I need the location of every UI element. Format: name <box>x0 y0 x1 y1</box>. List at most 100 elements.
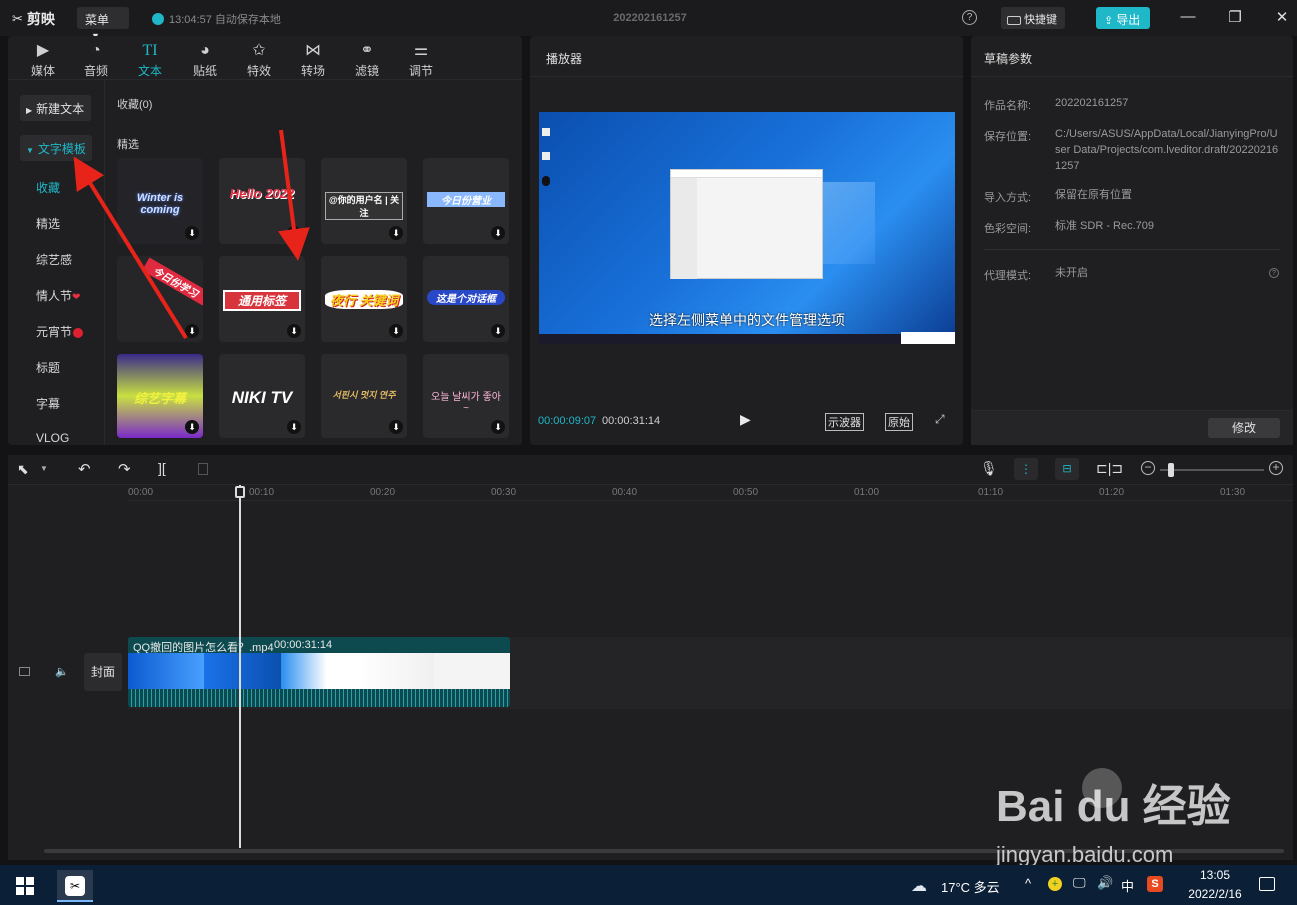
tab-label: 转场 <box>300 64 325 78</box>
template-thumb[interactable]: 서핀시 멋지 연주 ⬇ <box>321 354 407 438</box>
tab-transition[interactable]: ⋈ 转场 <box>288 40 338 79</box>
heart-icon: ❤ <box>72 292 81 303</box>
video-preview[interactable]: 选择左侧菜单中的文件管理选项 <box>539 112 955 344</box>
windows-start-icon[interactable] <box>16 877 34 895</box>
link-icon[interactable]: ⊟ <box>1055 458 1079 480</box>
param-label: 保存位置: <box>984 131 1032 143</box>
scope-button[interactable]: 示波器 <box>825 413 864 431</box>
info-icon[interactable]: ? <box>1269 268 1279 278</box>
download-icon[interactable]: ⬇ <box>287 420 301 434</box>
tab-audio[interactable]: ◔ 音频 <box>71 40 121 79</box>
zoom-out-icon[interactable]: − <box>1141 461 1155 475</box>
keyboard-icon <box>1007 15 1021 25</box>
capcut-taskbar-icon[interactable]: ✂ <box>57 870 93 902</box>
template-thumb[interactable]: @你的用户名 | 关注 ⬇ <box>321 158 407 244</box>
minimize-icon[interactable]: — <box>1178 8 1198 28</box>
tab-media[interactable]: ▶ 媒体 <box>18 40 68 79</box>
download-icon[interactable]: ⬇ <box>389 324 403 338</box>
zoom-in-icon[interactable]: + <box>1269 461 1283 475</box>
download-icon[interactable]: ⬇ <box>287 226 301 240</box>
delete-icon[interactable] <box>198 463 208 475</box>
nav-item-favorites[interactable]: 收藏 <box>36 179 60 196</box>
taskbar-time[interactable]: 13:05 <box>1185 868 1245 882</box>
nav-item-title[interactable]: 标题 <box>36 359 60 376</box>
zoom-slider-handle[interactable] <box>1168 463 1174 477</box>
zoom-slider[interactable] <box>1160 469 1264 471</box>
template-thumb[interactable]: 今日份营业 ⬇ <box>423 158 509 244</box>
weather-text[interactable]: 17°C 多云 <box>941 877 1000 896</box>
network-icon[interactable]: 🖵 <box>1073 875 1086 891</box>
text-template-button[interactable]: ▼ 文字模板 <box>20 135 92 161</box>
chevron-down-icon[interactable]: ▼ <box>40 464 48 473</box>
download-icon[interactable]: ⬇ <box>389 226 403 240</box>
time-ruler[interactable]: 00:00 00:10 00:20 00:30 00:40 00:50 01:0… <box>128 485 1293 501</box>
playhead[interactable] <box>239 485 241 848</box>
shortcut-button[interactable]: 快捷键 <box>1001 7 1065 29</box>
download-icon[interactable]: ⬇ <box>185 324 199 338</box>
split-icon[interactable]: ][ <box>158 460 166 476</box>
track-visibility-icon[interactable] <box>19 667 30 676</box>
nav-item-lantern[interactable]: 元宵节 <box>36 323 84 340</box>
export-label: 导出 <box>1116 13 1141 27</box>
help-icon[interactable]: ? <box>962 10 977 25</box>
tab-text[interactable]: TI 文本 <box>125 40 175 79</box>
undo-icon[interactable]: ↶ <box>78 460 91 478</box>
menu-button[interactable]: 菜单 ▼ <box>77 7 129 41</box>
preview-axis-icon[interactable]: ⊏|⊐ <box>1096 460 1123 477</box>
chevron-up-icon[interactable]: ^ <box>1025 876 1031 891</box>
playhead-handle[interactable] <box>235 486 245 498</box>
nav-item-subtitle[interactable]: 字幕 <box>36 395 60 412</box>
video-clip[interactable]: QQ撤回的图片怎么看？.mp4 00:00:31:14 <box>128 637 510 707</box>
ime-indicator[interactable]: 中 <box>1121 876 1134 895</box>
taskbar-date[interactable]: 2022/2/16 <box>1180 887 1250 901</box>
tab-adjust[interactable]: ⚌ 调节 <box>396 40 446 79</box>
security-tray-icon[interactable]: + <box>1048 877 1062 891</box>
template-thumb[interactable]: Hello 2022 ⬇ <box>219 158 305 244</box>
track-audio-icon[interactable]: 🔈 <box>55 665 69 678</box>
template-thumb[interactable]: NIKI TV ⬇ <box>219 354 305 438</box>
cover-button[interactable]: 封面 <box>84 653 122 691</box>
nav-item-featured[interactable]: 精选 <box>36 215 60 232</box>
select-cursor-icon[interactable]: ⬉ <box>17 461 29 478</box>
download-icon[interactable]: ⬇ <box>389 420 403 434</box>
maximize-icon[interactable]: ❐ <box>1225 8 1245 28</box>
ruler-tick: 00:30 <box>491 487 517 498</box>
sogou-ime-icon[interactable]: S <box>1147 876 1163 892</box>
download-icon[interactable]: ⬇ <box>491 324 505 338</box>
export-button[interactable]: ⇪ 导出 <box>1096 7 1150 29</box>
download-icon[interactable]: ⬇ <box>185 226 199 240</box>
snap-icon[interactable]: ⋮ <box>1014 458 1038 480</box>
tab-filter[interactable]: ⚭ 滤镜 <box>342 40 392 79</box>
nav-label: 元宵节 <box>36 325 73 339</box>
template-thumb[interactable]: 通用标签 ⬇ <box>219 256 305 342</box>
play-icon[interactable]: ▶ <box>740 411 751 428</box>
download-icon[interactable]: ⬇ <box>491 420 505 434</box>
notification-icon[interactable] <box>1259 877 1275 891</box>
new-text-button[interactable]: ▶ 新建文本 <box>20 95 91 121</box>
volume-icon[interactable]: 🔊 <box>1097 875 1113 891</box>
microphone-icon[interactable]: 🎙 <box>980 460 998 477</box>
redo-icon[interactable]: ↷ <box>118 460 131 478</box>
tab-sticker[interactable]: ◕ 贴纸 <box>180 40 230 79</box>
template-thumb[interactable]: 今日份学习 ⬇ <box>117 256 203 342</box>
nav-item-variety[interactable]: 综艺感 <box>36 251 72 268</box>
tab-effects[interactable]: ✩ 特效 <box>234 40 284 79</box>
text-icon: TI <box>142 42 158 59</box>
nav-item-vlog[interactable]: VLOG <box>36 431 69 445</box>
fullscreen-icon[interactable]: ⤢ <box>935 412 945 427</box>
template-thumb[interactable]: 这是个对话框 ⬇ <box>423 256 509 342</box>
download-icon[interactable]: ⬇ <box>287 324 301 338</box>
template-thumb[interactable]: 오늘 날씨가 좋아 ~ ⬇ <box>423 354 509 438</box>
modify-button[interactable]: 修改 <box>1208 418 1280 438</box>
thumb-label: 通用标签 <box>223 290 301 311</box>
download-icon[interactable]: ⬇ <box>491 226 505 240</box>
close-icon[interactable]: ✕ <box>1272 8 1292 28</box>
template-thumb[interactable]: Winter is coming ⬇ <box>117 158 203 244</box>
nav-item-valentine[interactable]: 情人节❤ <box>36 287 80 304</box>
title-bar: ✂ 剪映 菜单 ▼ 13:04:57 自动保存本地 202202161257 ?… <box>0 0 1297 41</box>
original-ratio-button[interactable]: 原始 <box>885 413 913 431</box>
template-thumb[interactable]: 夜行 关键词 ⬇ <box>321 256 407 342</box>
autosave-status: 13:04:57 自动保存本地 <box>152 11 281 27</box>
template-thumb[interactable]: 综艺字幕 ⬇ <box>117 354 203 438</box>
download-icon[interactable]: ⬇ <box>185 420 199 434</box>
